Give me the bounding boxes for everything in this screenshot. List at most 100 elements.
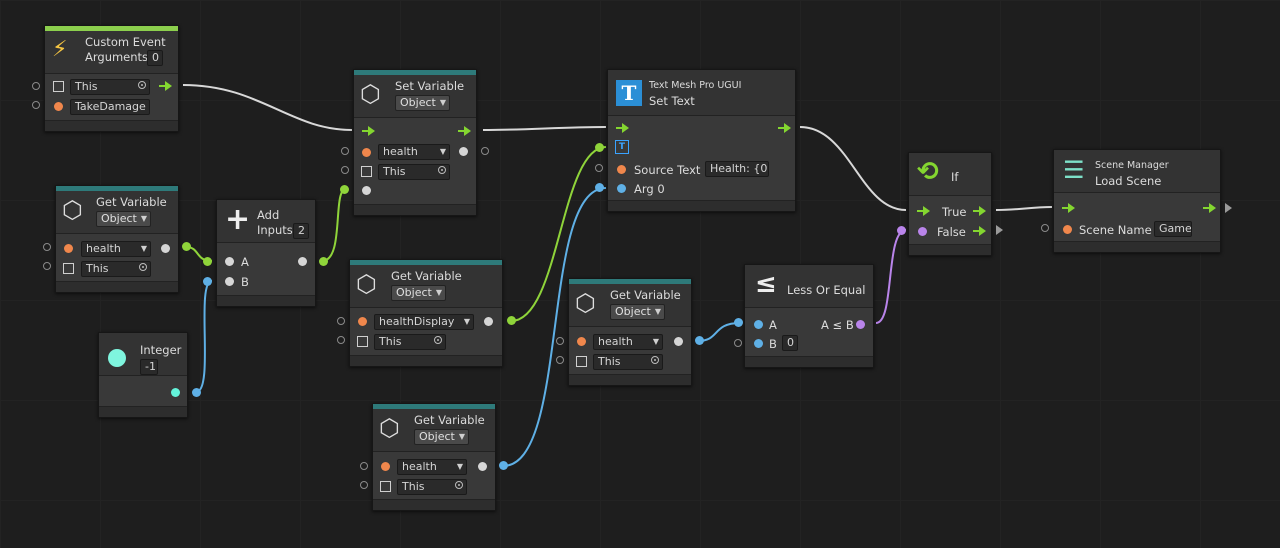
flow-input-port[interactable] — [1062, 203, 1075, 213]
target-field[interactable]: This — [81, 261, 151, 277]
external-port[interactable] — [341, 147, 349, 155]
arguments-count-field[interactable]: 0 — [147, 50, 163, 66]
external-port[interactable] — [43, 243, 51, 251]
target-field[interactable]: This — [397, 479, 467, 495]
value-input-port[interactable] — [362, 186, 371, 195]
variable-name-port[interactable] — [577, 337, 586, 346]
unconnected-flow-port[interactable] — [1225, 203, 1232, 213]
get-variable-node-1[interactable]: ⬡ Get Variable Object ▼ health ▼ This — [55, 185, 179, 293]
external-port[interactable] — [556, 337, 564, 345]
external-port[interactable] — [337, 336, 345, 344]
connected-port[interactable] — [192, 388, 201, 397]
set-variable-node[interactable]: ⬡ Set Variable Object ▼ health ▼ This — [353, 69, 477, 216]
target-picker-icon[interactable] — [138, 81, 146, 89]
connected-port[interactable] — [695, 336, 704, 345]
external-port[interactable] — [43, 262, 51, 270]
target-field[interactable]: This — [378, 164, 450, 180]
external-port[interactable] — [556, 356, 564, 364]
source-text-field[interactable]: Health: {0} — [705, 161, 769, 177]
flow-input-port[interactable] — [362, 126, 375, 136]
external-port[interactable] — [360, 481, 368, 489]
event-target-field[interactable]: This — [70, 79, 150, 95]
value-output-port[interactable] — [459, 147, 468, 156]
flow-input-port[interactable] — [616, 123, 629, 133]
event-name-field[interactable]: TakeDamage — [70, 99, 150, 115]
integer-value-field[interactable]: -1 — [140, 359, 158, 375]
connected-port[interactable] — [897, 226, 906, 235]
variable-name-field[interactable]: health ▼ — [593, 334, 663, 350]
variable-name-port[interactable] — [64, 244, 73, 253]
less-or-equal-node[interactable]: ≤ Less Or Equal A A ≤ B B 0 — [744, 264, 874, 368]
load-scene-node[interactable]: ☰ Scene Manager Load Scene Scene Name Ga… — [1053, 149, 1221, 253]
connected-port[interactable] — [203, 277, 212, 286]
target-field[interactable]: This — [593, 354, 663, 370]
flow-output-port[interactable] — [1203, 203, 1216, 213]
arg0-port[interactable] — [617, 184, 626, 193]
variable-kind-dropdown[interactable]: Object ▼ — [610, 304, 665, 320]
variable-name-field[interactable]: health ▼ — [81, 241, 151, 257]
target-picker-icon[interactable] — [434, 336, 442, 344]
external-port[interactable] — [337, 317, 345, 325]
get-variable-bottom-node[interactable]: ⬡ Get Variable Object ▼ health ▼ This — [372, 403, 496, 511]
external-port[interactable] — [1041, 224, 1049, 232]
connected-port[interactable] — [319, 257, 328, 266]
string-input-port[interactable] — [54, 102, 63, 111]
condition-port[interactable] — [918, 227, 927, 236]
variable-name-port[interactable] — [362, 148, 371, 157]
target-picker-icon[interactable] — [651, 356, 659, 364]
connected-port[interactable] — [499, 461, 508, 470]
custom-event-node[interactable]: ⚡ Custom Event Arguments 0 This TakeDama… — [44, 25, 179, 132]
target-field[interactable]: This — [374, 334, 446, 350]
connected-port[interactable] — [340, 185, 349, 194]
sum-output-port[interactable] — [298, 257, 307, 266]
variable-name-field[interactable]: health ▼ — [397, 459, 467, 475]
input-a-port[interactable] — [225, 257, 234, 266]
false-output-port[interactable] — [973, 226, 986, 236]
value-output-port[interactable] — [484, 317, 493, 326]
connected-port[interactable] — [595, 183, 604, 192]
value-output-port[interactable] — [161, 244, 170, 253]
external-port[interactable] — [32, 82, 40, 90]
variable-kind-dropdown[interactable]: Object ▼ — [414, 429, 469, 445]
set-text-node[interactable]: T Text Mesh Pro UGUI Set Text T Source T… — [607, 69, 796, 212]
value-output-port[interactable] — [674, 337, 683, 346]
get-variable-mid-node[interactable]: ⬡ Get Variable Object ▼ health ▼ This — [568, 278, 692, 386]
connected-port[interactable] — [182, 242, 191, 251]
flow-output-port[interactable] — [159, 81, 172, 91]
true-output-port[interactable] — [973, 206, 986, 216]
target-picker-icon[interactable] — [139, 263, 147, 271]
add-inputs-node[interactable]: + Add Inputs 2 A B — [216, 199, 316, 307]
flow-input-port[interactable] — [917, 206, 930, 216]
scene-name-field[interactable]: Game — [1154, 221, 1192, 237]
inputs-count-field[interactable]: 2 — [293, 223, 309, 239]
integer-output-port[interactable] — [171, 388, 180, 397]
external-port[interactable] — [595, 164, 603, 172]
bool-output-port[interactable] — [856, 320, 865, 329]
variable-name-field[interactable]: healthDisplay ▼ — [374, 314, 474, 330]
connected-port[interactable] — [507, 316, 516, 325]
b-value-field[interactable]: 0 — [782, 335, 798, 351]
variable-name-port[interactable] — [381, 462, 390, 471]
variable-kind-dropdown[interactable]: Object ▼ — [96, 211, 151, 227]
integer-node[interactable]: Integer -1 — [98, 332, 188, 418]
external-port[interactable] — [734, 339, 742, 347]
external-port[interactable] — [32, 101, 40, 109]
source-text-port[interactable] — [617, 165, 626, 174]
connected-port[interactable] — [734, 318, 743, 327]
if-node[interactable]: ⟲ If True False — [908, 152, 992, 256]
input-b-port[interactable] — [754, 339, 763, 348]
target-picker-icon[interactable] — [438, 166, 446, 174]
input-a-port[interactable] — [754, 320, 763, 329]
external-port[interactable] — [360, 462, 368, 470]
input-b-port[interactable] — [225, 277, 234, 286]
target-picker-icon[interactable] — [455, 481, 463, 489]
flow-output-port[interactable] — [458, 126, 471, 136]
variable-kind-dropdown[interactable]: Object ▼ — [391, 285, 446, 301]
external-port[interactable] — [481, 147, 489, 155]
scene-name-port[interactable] — [1063, 225, 1072, 234]
external-port[interactable] — [341, 166, 349, 174]
get-variable-display-node[interactable]: ⬡ Get Variable Object ▼ healthDisplay ▼ Th… — [349, 259, 503, 367]
flow-output-port[interactable] — [778, 123, 791, 133]
variable-name-port[interactable] — [358, 317, 367, 326]
connected-port[interactable] — [595, 143, 604, 152]
